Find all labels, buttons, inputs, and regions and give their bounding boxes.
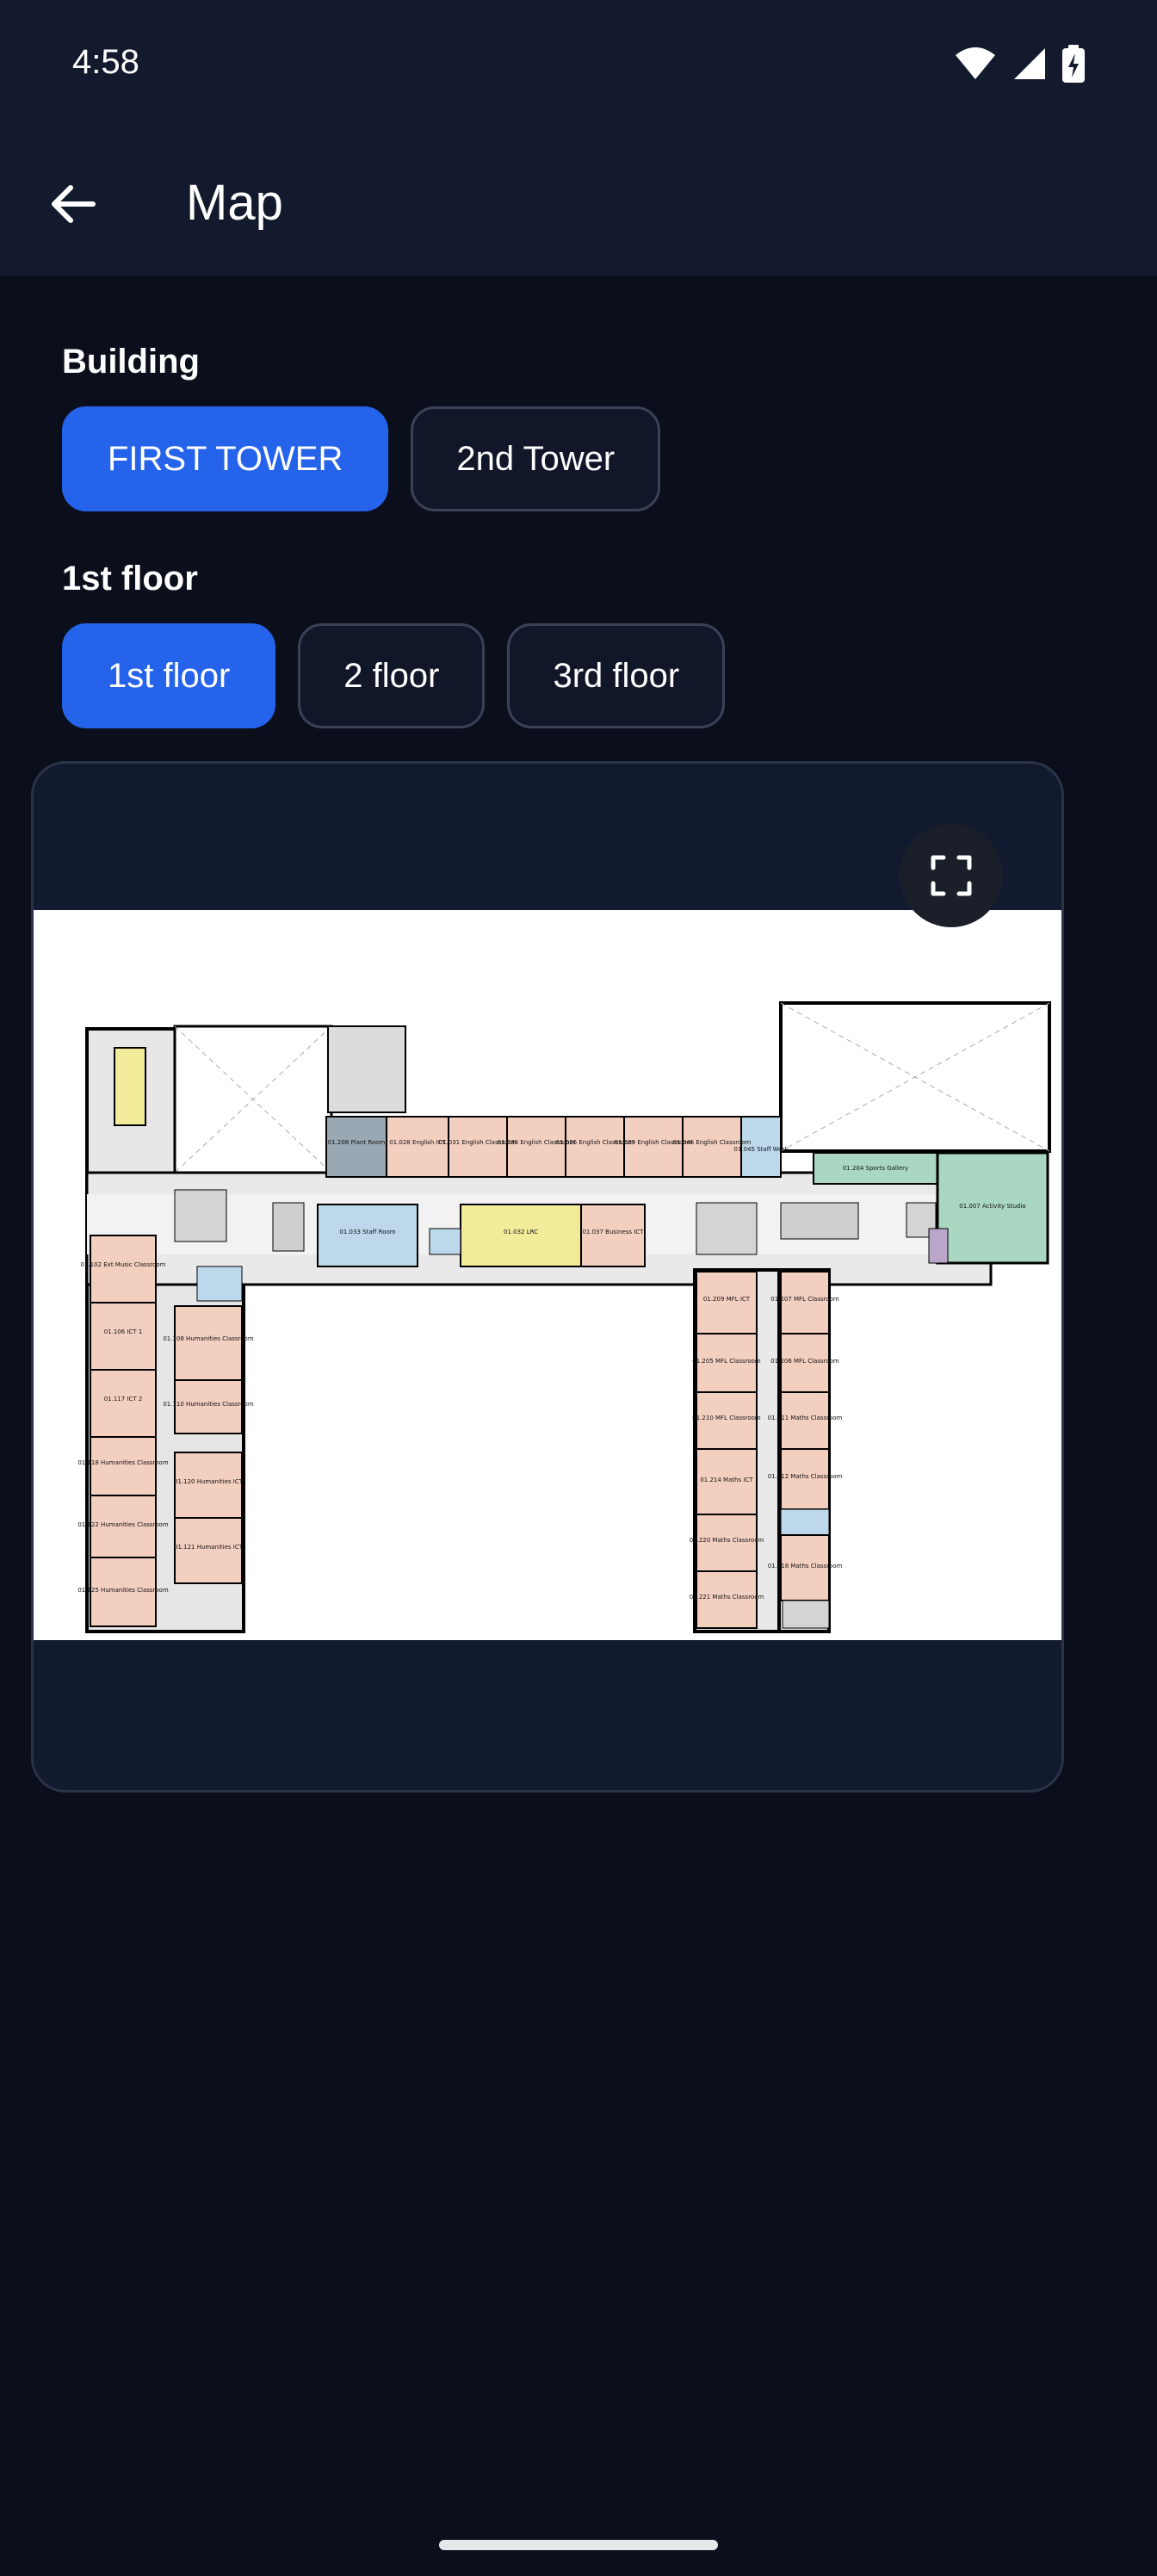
right-wing-rooms [693,1268,831,1633]
map-card[interactable]: 01.102 Ext Music Classroom 01.106 ICT 1 … [31,761,1064,1793]
room-01-033: 01.033 Staff Room [339,1229,395,1235]
floor-chip-2[interactable]: 2 floor [298,623,486,728]
room-01-220: 01.220 Maths Classroom [690,1537,764,1544]
floor-label: 1st floor [62,560,198,598]
room-01-110: 01.110 Humanities Classroom [163,1401,253,1408]
wifi-icon [956,47,995,79]
floor-plan-image[interactable]: 01.102 Ext Music Classroom 01.106 ICT 1 … [34,910,1061,1640]
building-chip-2nd-tower[interactable]: 2nd Tower [411,406,661,511]
room-01-221: 01.221 Maths Classroom [690,1594,764,1601]
room-01-108: 01.108 Humanities Classroom [163,1335,253,1342]
signal-icon [1014,48,1045,79]
room-01-205: 01.205 MFL Classroom [692,1358,761,1365]
room-01-208: 01.208 Plant Room [328,1139,386,1146]
room-01-007: 01.007 Activity Studio [959,1203,1025,1210]
room-01-117: 01.117 ICT 2 [104,1396,143,1403]
arrow-back-icon [52,185,96,223]
room-01-046: 01.046 English Classroom [673,1139,752,1146]
room-01-212: 01.212 Maths Classroom [768,1473,843,1480]
room-01-032: 01.032 LRC [504,1229,538,1235]
room-01-211: 01.211 Maths Classroom [768,1415,843,1421]
room-01-207: 01.207 MFL Classroom [770,1296,839,1303]
floor-plan: 01.102 Ext Music Classroom 01.106 ICT 1 … [77,1001,1051,1633]
fullscreen-icon [931,855,972,896]
building-chip-first-tower[interactable]: FIRST TOWER [62,406,389,511]
room-01-106: 01.106 ICT 1 [104,1328,143,1335]
room-01-045: 01.045 Staff Work [734,1146,789,1153]
room-01-204: 01.204 Sports Gallery [843,1165,908,1172]
room-01-121: 01.121 Humanities ICT [174,1544,244,1551]
room-01-214: 01.214 Maths ICT [700,1477,753,1483]
status-icons [954,45,1085,83]
room-01-037: 01.037 Business ICT [582,1229,644,1235]
room-01-210: 01.210 MFL Classroom [692,1415,761,1421]
room-01-120: 01.120 Humanities ICT [174,1478,244,1485]
app-bar: Map [0,129,1157,276]
room-01-125: 01.125 Humanities Classroom [77,1587,168,1594]
room-01-028: 01.028 English ICT [389,1139,446,1146]
floor-chip-group: 1st floor 2 floor 3rd floor [62,623,726,728]
room-01-118: 01.118 Humanities Classroom [77,1459,168,1466]
room-01-122: 01.122 Humanities Classroom [77,1521,168,1528]
content: Building FIRST TOWER 2nd Tower 1st floor… [0,276,1157,2576]
fullscreen-button[interactable] [900,824,1003,927]
status-time: 4:58 [72,43,139,81]
room-01-206: 01.206 MFL Classroom [770,1358,839,1365]
middle-row-rooms [317,1204,646,1267]
room-01-218: 01.218 Maths Classroom [768,1563,843,1570]
floor-chip-3rd[interactable]: 3rd floor [507,623,726,728]
room-01-102: 01.102 Ext Music Classroom [81,1261,166,1268]
status-bar: 4:58 [0,0,1157,129]
floor-chip-1st[interactable]: 1st floor [62,623,276,728]
open-area-right [779,1001,1051,1153]
battery-charging-icon [1062,45,1085,83]
page-title: Map [186,175,283,231]
room-01-209: 01.209 MFL ICT [703,1296,751,1303]
building-chip-group: FIRST TOWER 2nd Tower [62,406,661,511]
back-button[interactable] [43,174,103,234]
gesture-nav-handle[interactable] [439,2540,718,2550]
building-label: Building [62,343,200,381]
